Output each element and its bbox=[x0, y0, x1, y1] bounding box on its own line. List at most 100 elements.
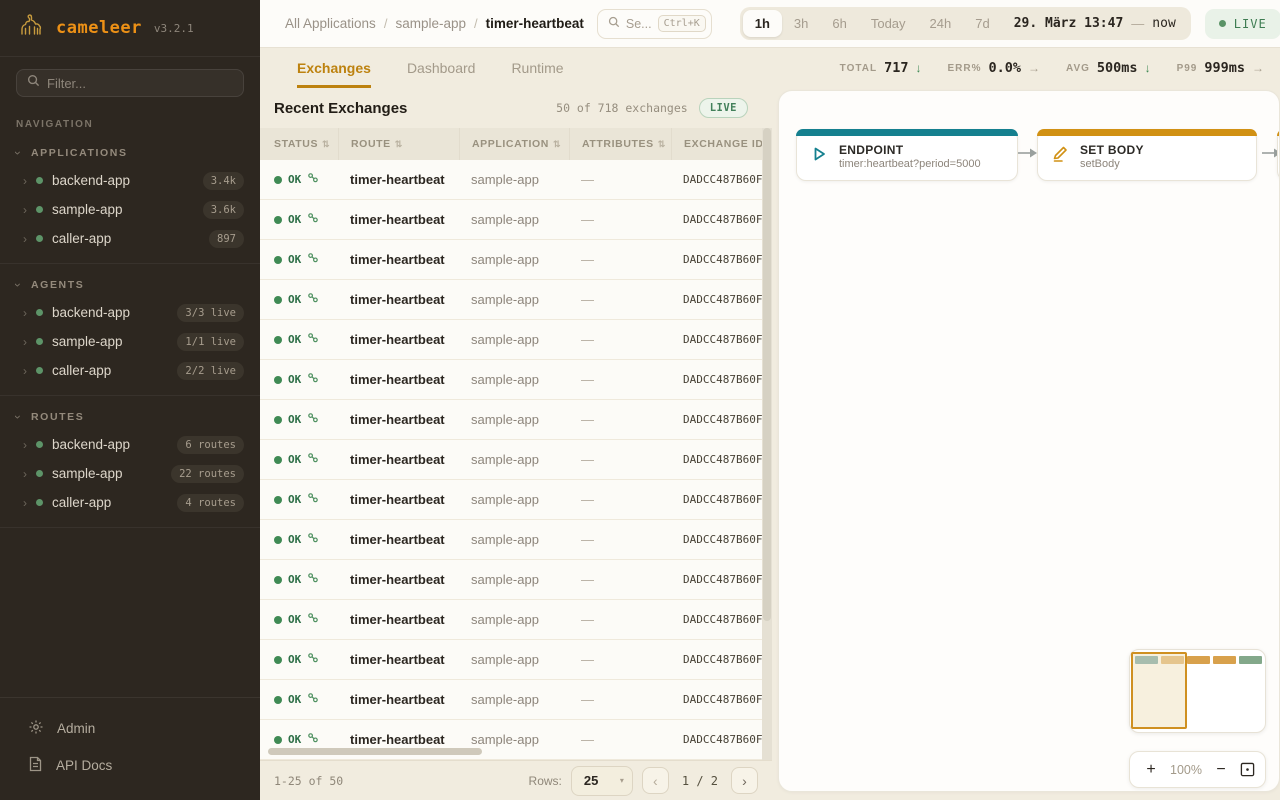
status-text: OK bbox=[288, 733, 301, 746]
status-ok-dot bbox=[274, 296, 282, 304]
filter-input[interactable] bbox=[47, 76, 233, 91]
rows-value: 25 bbox=[584, 773, 598, 788]
breadcrumb-item[interactable]: sample-app bbox=[395, 16, 466, 31]
sort-icon: ⇅ bbox=[658, 139, 666, 150]
exchange-row[interactable]: OKtimer-heartbeatsample-app—DADCC487B60F… bbox=[260, 640, 772, 680]
logo[interactable]: cameleer v3.2.1 bbox=[0, 0, 260, 57]
exchange-row[interactable]: OKtimer-heartbeatsample-app—DADCC487B60F… bbox=[260, 240, 772, 280]
flow-node-endpoint[interactable]: ENDPOINT timer:heartbeat?period=5000 bbox=[796, 129, 1018, 181]
group-header-routes[interactable]: ›ROUTES bbox=[0, 402, 260, 430]
sidebar-filter[interactable] bbox=[16, 69, 244, 97]
item-badge: 3.6k bbox=[203, 201, 244, 219]
stat-label: TOTAL bbox=[840, 63, 877, 74]
sidebar-footer-api-docs[interactable]: API Docs bbox=[0, 747, 260, 784]
column-header-route[interactable]: ROUTE⇅ bbox=[338, 128, 459, 160]
time-range-1h[interactable]: 1h bbox=[743, 10, 782, 37]
time-range-buttons: 1h3h6hToday24h7d bbox=[743, 10, 1002, 37]
trend-down-icon: ↓ bbox=[1145, 61, 1151, 75]
exchange-row[interactable]: OKtimer-heartbeatsample-app—DADCC487B60F… bbox=[260, 320, 772, 360]
group-header-agents[interactable]: ›AGENTS bbox=[0, 270, 260, 298]
time-range-3h[interactable]: 3h bbox=[782, 10, 820, 37]
tab-runtime[interactable]: Runtime bbox=[511, 48, 563, 88]
status-text: OK bbox=[288, 373, 301, 386]
time-range-6h[interactable]: 6h bbox=[820, 10, 858, 37]
chevron-right-icon: › bbox=[23, 365, 27, 377]
route-cell: timer-heartbeat bbox=[350, 492, 445, 507]
sidebar-item-caller-app[interactable]: ›caller-app897 bbox=[0, 224, 260, 253]
column-label: ATTRIBUTES bbox=[582, 138, 654, 150]
exchange-row[interactable]: OKtimer-heartbeatsample-app—DADCC487B60F… bbox=[260, 200, 772, 240]
panel-title: Recent Exchanges bbox=[274, 100, 407, 117]
sidebar-group-routes: ›ROUTES›backend-app6 routes›sample-app22… bbox=[0, 396, 260, 528]
global-search[interactable]: Se... Ctrl+K bbox=[597, 9, 712, 39]
panel-header: Recent Exchanges 50 of 718 exchanges LIV… bbox=[260, 88, 772, 128]
tab-exchanges[interactable]: Exchanges bbox=[297, 48, 371, 88]
sort-icon: ⇅ bbox=[322, 139, 330, 150]
exchange-row[interactable]: OKtimer-heartbeatsample-app—DADCC487B60F… bbox=[260, 440, 772, 480]
sidebar-item-sample-app[interactable]: ›sample-app3.6k bbox=[0, 195, 260, 224]
exchange-row[interactable]: OKtimer-heartbeatsample-app—DADCC487B60F… bbox=[260, 400, 772, 440]
minimap-node-bar bbox=[1187, 656, 1210, 664]
exchange-row[interactable]: OKtimer-heartbeatsample-app—DADCC487B60F… bbox=[260, 680, 772, 720]
time-range-24h[interactable]: 24h bbox=[918, 10, 964, 37]
live-toggle[interactable]: LIVE bbox=[1205, 9, 1280, 39]
date-to[interactable]: now bbox=[1144, 16, 1187, 31]
rows-per-page-select[interactable]: 25 ▾ bbox=[571, 766, 633, 796]
vertical-scrollbar[interactable] bbox=[762, 128, 772, 760]
breadcrumb-item[interactable]: timer-heartbeat bbox=[486, 16, 584, 31]
group-header-applications[interactable]: ›APPLICATIONS bbox=[0, 138, 260, 166]
exchange-row[interactable]: OKtimer-heartbeatsample-app—DADCC487B60F… bbox=[260, 520, 772, 560]
exchange-row[interactable]: OKtimer-heartbeatsample-app—DADCC487B60F… bbox=[260, 600, 772, 640]
zoom-in-button[interactable]: + bbox=[1140, 762, 1162, 778]
route-canvas[interactable]: ENDPOINT timer:heartbeat?period=5000 bbox=[778, 90, 1280, 792]
sidebar-item-backend-app[interactable]: ›backend-app3/3 live bbox=[0, 298, 260, 327]
sidebar-item-backend-app[interactable]: ›backend-app6 routes bbox=[0, 430, 260, 459]
prev-page-button[interactable]: ‹ bbox=[642, 767, 669, 794]
stat-avg: AVG500ms↓ bbox=[1066, 60, 1151, 76]
status-text: OK bbox=[288, 493, 301, 506]
column-header-exchange-id[interactable]: EXCHANGE ID⇅ bbox=[671, 128, 772, 160]
column-header-attributes[interactable]: ATTRIBUTES ⇅ bbox=[569, 128, 671, 160]
horizontal-scrollbar[interactable] bbox=[268, 748, 482, 755]
minimap[interactable] bbox=[1129, 649, 1266, 733]
route-cell: timer-heartbeat bbox=[350, 172, 445, 187]
application-cell: sample-app bbox=[471, 172, 539, 187]
exchange-row[interactable]: OKtimer-heartbeatsample-app—DADCC487B60F… bbox=[260, 280, 772, 320]
route-steps-icon bbox=[307, 171, 319, 189]
sidebar-item-sample-app[interactable]: ›sample-app22 routes bbox=[0, 459, 260, 488]
application-cell: sample-app bbox=[471, 692, 539, 707]
exchange-row[interactable]: OKtimer-heartbeatsample-app—DADCC487B60F… bbox=[260, 560, 772, 600]
route-cell: timer-heartbeat bbox=[350, 292, 445, 307]
next-page-button[interactable]: › bbox=[731, 767, 758, 794]
fit-view-button[interactable] bbox=[1240, 762, 1255, 777]
tab-dashboard[interactable]: Dashboard bbox=[407, 48, 476, 88]
exchange-id-cell: DADCC487B60F8 bbox=[683, 613, 769, 626]
column-header-application[interactable]: APPLICATION⇅ bbox=[459, 128, 569, 160]
time-range-today[interactable]: Today bbox=[859, 10, 918, 37]
minimap-viewport[interactable] bbox=[1131, 652, 1187, 729]
sidebar-item-caller-app[interactable]: ›caller-app4 routes bbox=[0, 488, 260, 517]
exchange-row[interactable]: OKtimer-heartbeatsample-app—DADCC487B60F… bbox=[260, 160, 772, 200]
row-range: 1-25 of 50 bbox=[274, 774, 343, 788]
footer-label: API Docs bbox=[56, 758, 112, 773]
chevron-right-icon: › bbox=[23, 233, 27, 245]
attributes-cell: — bbox=[581, 492, 594, 507]
column-header-status[interactable]: STATUS⇅ bbox=[260, 128, 338, 160]
zoom-out-button[interactable]: − bbox=[1210, 762, 1232, 778]
exchange-row[interactable]: OKtimer-heartbeatsample-app—DADCC487B60F… bbox=[260, 360, 772, 400]
time-range-7d[interactable]: 7d bbox=[963, 10, 1001, 37]
pencil-icon bbox=[1050, 144, 1070, 169]
route-steps-icon bbox=[307, 611, 319, 629]
sidebar-item-caller-app[interactable]: ›caller-app2/2 live bbox=[0, 356, 260, 385]
sidebar-item-backend-app[interactable]: ›backend-app3.4k bbox=[0, 166, 260, 195]
flow-node-set-body[interactable]: SET BODY setBody bbox=[1037, 129, 1257, 181]
breadcrumb-item[interactable]: All Applications bbox=[285, 16, 376, 31]
exchange-row[interactable]: OKtimer-heartbeatsample-app—DADCC487B60F… bbox=[260, 480, 772, 520]
application-cell: sample-app bbox=[471, 372, 539, 387]
sidebar-footer-admin[interactable]: Admin bbox=[0, 710, 260, 747]
item-label: caller-app bbox=[52, 363, 111, 378]
sort-icon: ⇅ bbox=[395, 139, 403, 150]
item-badge: 4 routes bbox=[177, 494, 244, 512]
sidebar-item-sample-app[interactable]: ›sample-app1/1 live bbox=[0, 327, 260, 356]
date-from[interactable]: 29. März 13:47 bbox=[1002, 16, 1132, 31]
